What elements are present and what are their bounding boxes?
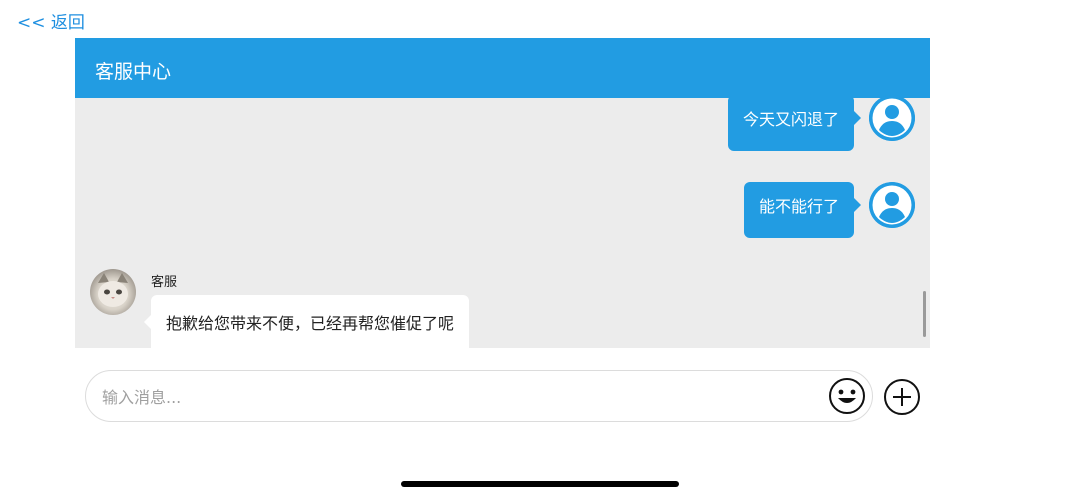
home-indicator (401, 481, 679, 487)
message-text: 能不能行了 (758, 197, 839, 216)
back-link[interactable]: << 返回 (17, 8, 85, 33)
agent-name: 客服 (151, 275, 178, 290)
message-text: 抱歉给您带来不便，已经再帮您催促了呢 (166, 314, 455, 333)
user-avatar-icon (869, 95, 915, 141)
chat-panel: 客服中心 今天又闪退了 能不能行了 客服 抱歉给您带来不便，已经再帮您催促了呢 (75, 38, 930, 348)
message-bubble-outgoing: 今天又闪退了 (727, 95, 862, 151)
plus-circle-icon[interactable] (883, 378, 921, 416)
message-bubble-outgoing: 能不能行了 (743, 182, 862, 238)
user-avatar-icon (869, 182, 915, 228)
message-bubble-incoming: 抱歉给您带来不便，已经再帮您催促了呢 (143, 295, 470, 348)
message-list[interactable]: 今天又闪退了 能不能行了 客服 抱歉给您带来不便，已经再帮您催促了呢 (75, 95, 930, 348)
agent-avatar (90, 269, 136, 315)
page-title: 客服中心 (95, 61, 172, 83)
scrollbar[interactable] (923, 291, 926, 337)
chat-header: 客服中心 (75, 38, 930, 98)
message-input-container (85, 370, 873, 422)
message-input[interactable] (100, 383, 804, 411)
smiley-face-icon[interactable] (828, 377, 866, 415)
message-text: 今天又闪退了 (742, 110, 839, 129)
